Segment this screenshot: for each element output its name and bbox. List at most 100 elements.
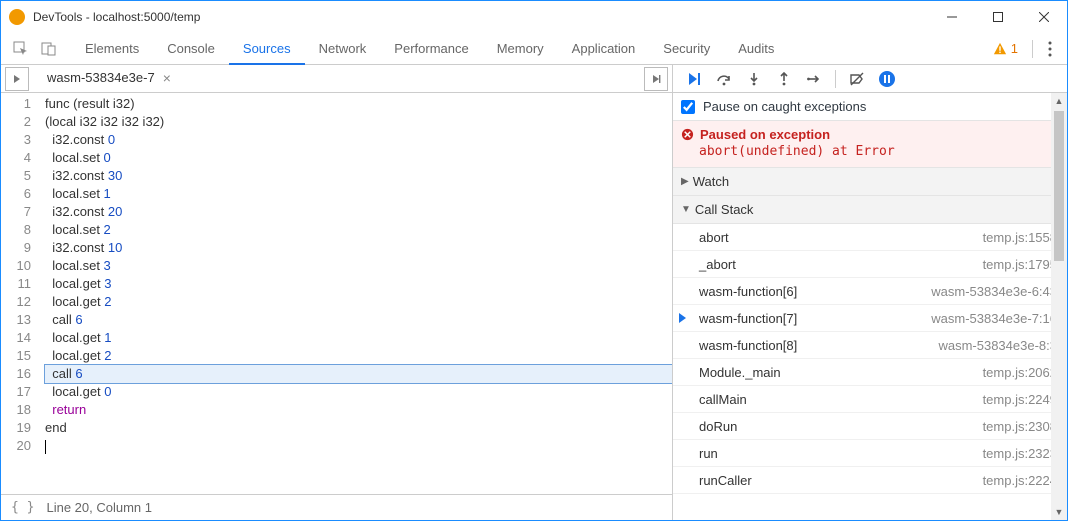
callstack-frame[interactable]: _abort temp.js:1795 <box>673 251 1067 278</box>
code-line[interactable]: local.get 2 <box>45 347 672 365</box>
code-line[interactable]: local.get 0 <box>45 383 672 401</box>
tab-application[interactable]: Application <box>558 33 650 65</box>
code-line[interactable]: call 6 <box>45 365 672 383</box>
window-title: DevTools - localhost:5000/temp <box>33 10 929 24</box>
pause-on-exceptions-icon[interactable] <box>872 65 902 93</box>
file-tab-name: wasm-53834e3e-7 <box>47 70 155 85</box>
file-tab-strip: wasm-53834e3e-7 × <box>1 65 672 93</box>
callstack-frame[interactable]: Module._main temp.js:2062 <box>673 359 1067 386</box>
callstack-section-header[interactable]: ▼ Call Stack <box>673 196 1067 224</box>
exception-subtitle: abort(undefined) at Error <box>699 144 1057 159</box>
cursor-position: Line 20, Column 1 <box>46 500 152 515</box>
paused-exception-banner: Paused on exception abort(undefined) at … <box>673 121 1067 168</box>
warning-badge[interactable]: 1 <box>993 41 1018 56</box>
window-titlebar: DevTools - localhost:5000/temp <box>1 1 1067 33</box>
warning-count: 1 <box>1011 41 1018 56</box>
scroll-down-icon[interactable]: ▼ <box>1051 504 1067 520</box>
frame-location: wasm-53834e3e-6:43 <box>931 284 1057 299</box>
pause-on-caught-checkbox[interactable] <box>681 100 695 114</box>
code-line[interactable]: local.get 2 <box>45 293 672 311</box>
frame-location: wasm-53834e3e-8:3 <box>938 338 1057 353</box>
scrollbar[interactable]: ▲ ▼ <box>1051 93 1067 520</box>
window-maximize-button[interactable] <box>975 1 1021 33</box>
devtools-logo-icon <box>9 9 25 25</box>
scroll-thumb[interactable] <box>1054 111 1064 261</box>
tab-memory[interactable]: Memory <box>483 33 558 65</box>
code-line[interactable]: local.set 0 <box>45 149 672 167</box>
code-line[interactable]: (local i32 i32 i32 i32) <box>45 113 672 131</box>
source-panel: wasm-53834e3e-7 × 1234567891011121314151… <box>1 65 673 520</box>
code-line[interactable]: i32.const 30 <box>45 167 672 185</box>
code-line[interactable]: local.set 1 <box>45 185 672 203</box>
callstack-frame[interactable]: wasm-function[7]wasm-53834e3e-7:16 <box>673 305 1067 332</box>
window-minimize-button[interactable] <box>929 1 975 33</box>
frame-function: doRun <box>699 419 737 434</box>
frame-location: temp.js:2249 <box>983 392 1057 407</box>
scroll-up-icon[interactable]: ▲ <box>1051 93 1067 109</box>
frame-location: temp.js:2062 <box>983 365 1057 380</box>
frame-function: Module._main <box>699 365 781 380</box>
main-tabs-row: ElementsConsoleSourcesNetworkPerformance… <box>1 33 1067 65</box>
chevron-down-icon: ▼ <box>681 204 691 215</box>
code-line[interactable]: i32.const 10 <box>45 239 672 257</box>
resume-icon[interactable] <box>679 65 709 93</box>
code-line[interactable]: local.get 3 <box>45 275 672 293</box>
frame-function: wasm-function[7] <box>699 311 797 326</box>
step-into-icon[interactable] <box>739 65 769 93</box>
code-line[interactable]: local.set 3 <box>45 257 672 275</box>
frame-location: temp.js:2224 <box>983 473 1057 488</box>
deactivate-breakpoints-icon[interactable] <box>842 65 872 93</box>
kebab-menu-icon[interactable] <box>1039 41 1061 57</box>
code-line[interactable]: call 6 <box>45 311 672 329</box>
frame-function: _abort <box>699 257 736 272</box>
debugger-sidebar-toggle-icon[interactable] <box>644 67 668 91</box>
code-editor[interactable]: 1234567891011121314151617181920 func (re… <box>1 93 672 494</box>
file-tab[interactable]: wasm-53834e3e-7 × <box>37 65 181 92</box>
callstack-frame[interactable]: wasm-function[8]wasm-53834e3e-8:3 <box>673 332 1067 359</box>
device-toggle-icon[interactable] <box>35 35 63 63</box>
callstack-frame[interactable]: wasm-function[6] wasm-53834e3e-6:43 <box>673 278 1067 305</box>
callstack-frame[interactable]: aborttemp.js:1558 <box>673 224 1067 251</box>
frame-location: temp.js:2323 <box>983 446 1057 461</box>
step-over-icon[interactable] <box>709 65 739 93</box>
code-line[interactable]: local.get 1 <box>45 329 672 347</box>
tab-network[interactable]: Network <box>305 33 381 65</box>
code-line[interactable]: return <box>45 401 672 419</box>
callstack-frame[interactable]: runCaller temp.js:2224 <box>673 467 1067 494</box>
callstack-frame[interactable]: run temp.js:2323 <box>673 440 1067 467</box>
code-line[interactable]: func (result i32) <box>45 95 672 113</box>
tab-sources[interactable]: Sources <box>229 33 305 65</box>
watch-section-header[interactable]: ▶ Watch <box>673 168 1067 196</box>
tab-elements[interactable]: Elements <box>71 33 153 65</box>
tab-audits[interactable]: Audits <box>724 33 788 65</box>
window-close-button[interactable] <box>1021 1 1067 33</box>
frame-function: run <box>699 446 718 461</box>
frame-function: runCaller <box>699 473 752 488</box>
code-line[interactable] <box>45 437 672 455</box>
divider <box>1032 40 1033 58</box>
debugger-panel: Pause on caught exceptions Paused on exc… <box>673 65 1067 520</box>
navigator-toggle-icon[interactable] <box>5 67 29 91</box>
callstack-frame[interactable]: doRun temp.js:2308 <box>673 413 1067 440</box>
code-line[interactable]: i32.const 20 <box>45 203 672 221</box>
step-out-icon[interactable] <box>769 65 799 93</box>
frame-location: temp.js:1795 <box>983 257 1057 272</box>
close-icon[interactable]: × <box>163 70 171 86</box>
code-line[interactable]: local.set 2 <box>45 221 672 239</box>
code-line[interactable]: i32.const 0 <box>45 131 672 149</box>
tab-console[interactable]: Console <box>153 33 229 65</box>
step-icon[interactable] <box>799 65 829 93</box>
callstack-frame[interactable]: callMain temp.js:2249 <box>673 386 1067 413</box>
frame-location: temp.js:1558 <box>983 230 1057 245</box>
pause-on-caught-row[interactable]: Pause on caught exceptions <box>673 93 1067 121</box>
error-icon <box>681 128 694 141</box>
pretty-print-icon[interactable]: { } <box>11 500 34 515</box>
frame-function: callMain <box>699 392 747 407</box>
frame-function: wasm-function[6] <box>699 284 797 299</box>
inspect-element-icon[interactable] <box>7 35 35 63</box>
editor-status-bar: { } Line 20, Column 1 <box>1 494 672 520</box>
frame-location: temp.js:2308 <box>983 419 1057 434</box>
tab-security[interactable]: Security <box>649 33 724 65</box>
tab-performance[interactable]: Performance <box>380 33 482 65</box>
code-line[interactable]: end <box>45 419 672 437</box>
